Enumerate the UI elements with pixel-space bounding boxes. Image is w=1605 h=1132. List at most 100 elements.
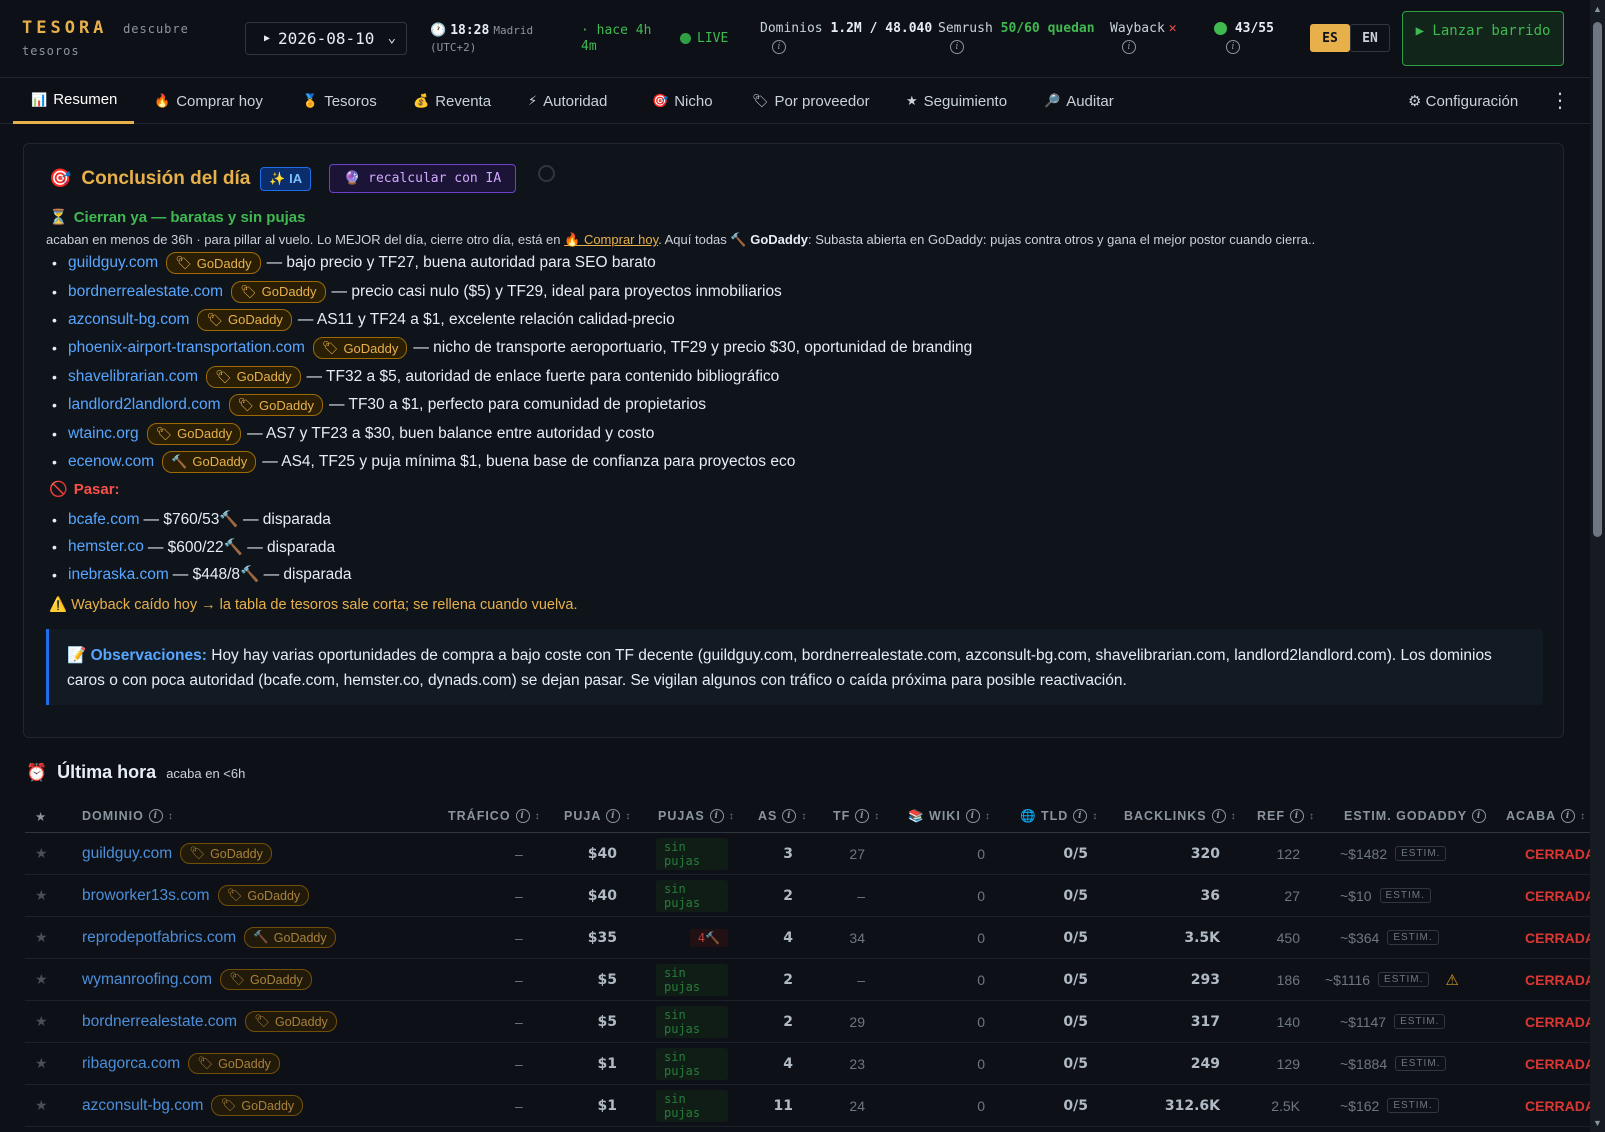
table-row[interactable]: ★ bordnerrealestate.com 🏷 GoDaddy – $5 sin puj…: [25, 1001, 1595, 1043]
info-icon[interactable]: i: [1472, 809, 1487, 823]
column-header-puja[interactable]: PUJA i ↕: [564, 800, 631, 832]
tab-nicho[interactable]: 🎯 Nicho: [652, 78, 713, 124]
table-row[interactable]: ★ guildguy.com 🏷 GoDaddy – $40 sin pujas 3 27 0 0/…: [25, 833, 1595, 875]
column-header-as[interactable]: AS i ↕: [758, 800, 807, 832]
domain-link[interactable]: wtainc.org: [68, 425, 139, 443]
info-icon[interactable]: i: [950, 40, 964, 54]
tab-reventa[interactable]: 💰 Reventa: [413, 78, 491, 124]
tld-cell: 0/5: [1063, 1097, 1088, 1114]
estim-value: ~$1884: [1340, 1055, 1388, 1072]
domain-link[interactable]: bcafe.com: [68, 511, 140, 529]
domain-link[interactable]: wymanroofing.com: [82, 971, 212, 989]
favorite-star-icon[interactable]: ★: [35, 1085, 48, 1126]
tab-tesoros[interactable]: 🏅 Tesoros: [302, 78, 377, 124]
tab-seguimiento[interactable]: ★ Seguimiento: [906, 78, 1007, 124]
domain-link[interactable]: guildguy.com: [82, 845, 172, 863]
favorite-star-icon[interactable]: ★: [35, 833, 48, 874]
provider-badge: 🏷 GoDaddy: [245, 1011, 337, 1032]
provider-name: GoDaddy: [273, 930, 327, 945]
domain-link[interactable]: ribagorca.com: [82, 1055, 180, 1073]
list-item: • azconsult-bg.com 🏷 GoDaddy — AS11 y TF24 a…: [46, 306, 972, 334]
domain-link[interactable]: landlord2landlord.com: [68, 396, 221, 414]
scroll-down-icon[interactable]: ▼: [1593, 1118, 1602, 1128]
info-icon[interactable]: i: [1561, 809, 1576, 823]
column-header-tld[interactable]: 🌐 TLD i ↕: [1020, 800, 1098, 832]
column-header-dominio[interactable]: DOMINIO i ↕: [82, 800, 174, 832]
info-icon[interactable]: i: [782, 809, 797, 823]
column-header-trafico[interactable]: TRÁFICO i ↕: [448, 800, 541, 832]
launch-scan-button[interactable]: ▶ Lanzar barrido: [1402, 11, 1564, 66]
item-note: — AS7 y TF23 a $30, buen balance entre a…: [247, 424, 655, 442]
info-icon[interactable]: i: [515, 809, 530, 823]
tab-resumen[interactable]: 📊 Resumen: [13, 78, 135, 124]
chevron-down-icon: ⌄: [387, 30, 396, 46]
column-header-ref[interactable]: REF i ↕: [1257, 800, 1315, 832]
info-icon[interactable]: i: [1226, 40, 1240, 54]
tab-auditar[interactable]: 🔎 Auditar: [1044, 78, 1114, 124]
domain-link[interactable]: hemster.co: [68, 538, 144, 556]
table-row[interactable]: ★ broworker13s.com 🏷 GoDaddy – $40 sin pujas 2 –…: [25, 875, 1595, 917]
domain-link[interactable]: phoenix-airport-transportation.com: [68, 339, 305, 357]
favorite-star-icon[interactable]: ★: [35, 959, 48, 1000]
date-select[interactable]: ▶ 2026-08-10 ⌄: [245, 22, 407, 55]
estim-badge: ESTIM.: [1387, 930, 1439, 945]
description-text: acaban en menos de 36h · para pillar al …: [46, 232, 565, 247]
domain-link[interactable]: bordnerrealestate.com: [82, 1013, 237, 1031]
column-header-tf[interactable]: TF i ↕: [833, 800, 880, 832]
info-icon[interactable]: i: [606, 809, 621, 823]
table-row[interactable]: ★ azconsult-bg.com 🏷 GoDaddy – $1 sin pujas 11 2…: [25, 1085, 1595, 1127]
info-icon[interactable]: i: [772, 40, 786, 54]
table-row[interactable]: ★ reprodepotfabrics.com 🔨 GoDaddy – $35 4🔨 4 34 0…: [25, 917, 1595, 959]
tab-comprar-hoy[interactable]: 🔥 Comprar hoy: [154, 78, 263, 124]
lang-en-button[interactable]: EN: [1350, 24, 1390, 52]
column-header-wiki[interactable]: 📚 WIKI i ↕: [908, 800, 991, 832]
lang-es-button[interactable]: ES: [1310, 24, 1350, 52]
scrollbar-thumb[interactable]: [1593, 22, 1602, 537]
column-header-acaba[interactable]: ACABA i ↕: [1506, 800, 1586, 832]
info-icon[interactable]: i: [1290, 809, 1304, 823]
play-icon: ▶: [264, 33, 271, 44]
column-header-estim[interactable]: ESTIM. GODADDY i: [1344, 800, 1487, 832]
tab-autoridad[interactable]: ⚡ Autoridad: [528, 78, 607, 124]
column-header-pujas[interactable]: PUJAS i ↕: [658, 800, 735, 832]
scroll-up-icon[interactable]: ▲: [1593, 4, 1602, 14]
recalculate-ai-button[interactable]: 🔮 recalcular con IA: [329, 164, 517, 193]
favorite-star-icon[interactable]: ★: [35, 1001, 48, 1042]
config-button[interactable]: ⚙ Configuración: [1408, 78, 1518, 124]
list-item: • inebraska.com — $448/8🔨 — disparada: [52, 565, 352, 584]
table-row[interactable]: ★ wymanroofing.com 🏷 GoDaddy – $5 sin pujas 2 – 0…: [25, 959, 1595, 1001]
domain-link[interactable]: azconsult-bg.com: [68, 311, 189, 329]
item-note: — AS11 y TF24 a $1, excelente relación c…: [297, 310, 675, 328]
page-scrollbar[interactable]: ▲ ▼: [1590, 0, 1605, 1132]
info-icon[interactable]: i: [709, 809, 724, 823]
info-icon[interactable]: i: [965, 809, 980, 823]
domain-link[interactable]: azconsult-bg.com: [82, 1097, 203, 1115]
domain-link[interactable]: bordnerrealestate.com: [68, 283, 223, 301]
domain-link[interactable]: reprodepotfabrics.com: [82, 929, 236, 947]
info-icon[interactable]: i: [1122, 40, 1136, 54]
info-icon[interactable]: i: [855, 809, 870, 823]
tab-label: Autoridad: [543, 92, 608, 110]
column-header-backlinks[interactable]: BACKLINKS i ↕: [1124, 800, 1237, 832]
favorite-star-icon[interactable]: ★: [35, 875, 48, 916]
tag-icon: 🏷: [197, 1056, 214, 1070]
observations-label: Observaciones:: [90, 647, 207, 664]
favorite-star-icon[interactable]: ★: [35, 1043, 48, 1084]
domain-link[interactable]: broworker13s.com: [82, 887, 210, 905]
comprar-hoy-link[interactable]: 🔥 Comprar hoy: [564, 232, 658, 247]
tab-por-proveedor[interactable]: 🏷 Por proveedor: [752, 78, 870, 124]
column-header-star[interactable]: ★: [35, 800, 47, 832]
prohibited-icon: 🚫: [49, 481, 68, 498]
domain-link[interactable]: guildguy.com: [68, 254, 158, 272]
more-menu-icon[interactable]: ⋮: [1550, 88, 1570, 113]
table-row[interactable]: ★ ribagorca.com 🏷 GoDaddy – $1 sin pujas 4 23 0 0/…: [25, 1043, 1595, 1085]
info-icon[interactable]: i: [1211, 809, 1226, 823]
favorite-star-icon[interactable]: ★: [35, 917, 48, 958]
domain-link[interactable]: ecenow.com: [68, 453, 154, 471]
info-icon[interactable]: i: [148, 809, 163, 823]
provider-badge: 🏷 GoDaddy: [220, 969, 312, 990]
info-icon[interactable]: i: [1073, 809, 1088, 823]
domain-link[interactable]: shavelibrarian.com: [68, 368, 198, 386]
status-cell: CERRADA: [1525, 887, 1595, 904]
domain-link[interactable]: inebraska.com: [68, 566, 169, 584]
